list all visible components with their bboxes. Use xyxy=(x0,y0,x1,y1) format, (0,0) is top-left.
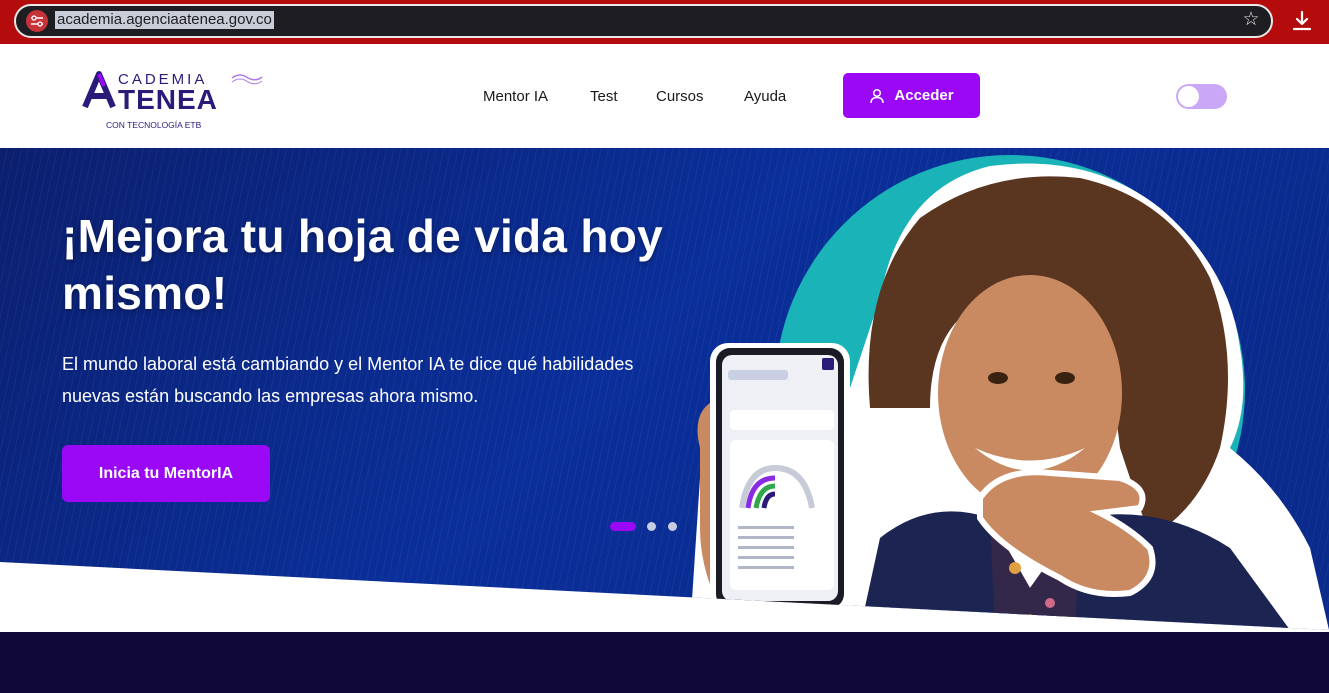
login-button-label: Acceder xyxy=(894,87,954,104)
nav-ayuda[interactable]: Ayuda xyxy=(744,88,786,106)
academia-atenea-logo[interactable]: CADEMIA TENEA CON TECNOLOGÍA ETB xyxy=(80,66,280,132)
hero-description: El mundo laboral está cambiando y el Men… xyxy=(62,354,634,406)
nav-cursos[interactable]: Cursos xyxy=(656,88,704,106)
browser-toolbar: academia.agenciaatenea.gov.co ☆ xyxy=(0,0,1329,44)
carousel-dot-2[interactable] xyxy=(647,522,656,531)
carousel-dot-3[interactable] xyxy=(668,522,677,531)
login-button[interactable]: Acceder xyxy=(843,73,980,118)
start-mentoria-label: Inicia tu MentorIA xyxy=(98,464,234,482)
carousel-dot-1[interactable] xyxy=(610,522,636,531)
start-mentoria-button[interactable]: Inicia tu MentorIA xyxy=(62,445,270,502)
footer-band xyxy=(0,632,1329,693)
download-icon[interactable] xyxy=(1290,8,1314,34)
logo-main-text: TENEA xyxy=(118,84,218,115)
star-icon[interactable]: ☆ xyxy=(1240,9,1262,31)
tune-icon[interactable] xyxy=(26,10,48,32)
user-icon xyxy=(870,88,885,103)
nav-mentor-ia[interactable]: Mentor IA xyxy=(483,88,548,106)
nav-test[interactable]: Test xyxy=(590,88,618,106)
hero-title: ¡Mejora tu hoja de vida hoy mismo! xyxy=(62,210,664,319)
theme-toggle[interactable] xyxy=(1176,84,1227,109)
toggle-knob xyxy=(1178,86,1199,107)
url-text[interactable]: academia.agenciaatenea.gov.co xyxy=(55,11,274,29)
logo-tagline: CON TECNOLOGÍA ETB xyxy=(106,120,202,130)
